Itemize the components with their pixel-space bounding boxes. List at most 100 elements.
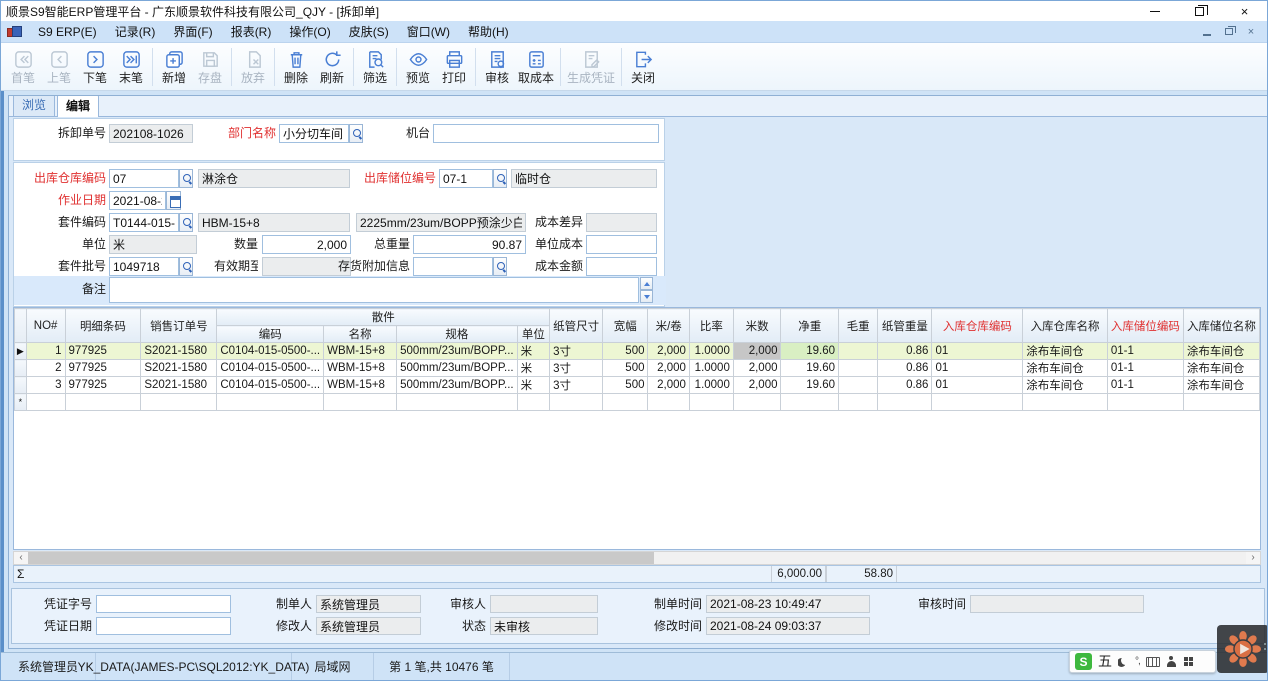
screen-recorder-overlay[interactable]	[1217, 625, 1268, 673]
cell-in_wh_name[interactable]	[1023, 394, 1108, 411]
grid-horizontal-scrollbar[interactable]: ‹ ›	[13, 551, 1261, 565]
audit-button[interactable]: 审核	[479, 45, 515, 89]
cell-in_loc_code[interactable]: 01-1	[1107, 343, 1183, 360]
last-record-button[interactable]: 末笔	[113, 45, 149, 89]
cell-no[interactable]: 3	[26, 377, 65, 394]
menu-skin[interactable]: 皮肤(S)	[340, 20, 398, 43]
discard-button[interactable]: 放弃	[235, 45, 271, 89]
cell-width[interactable]	[603, 394, 648, 411]
col-in_wh_code[interactable]: 入库仓库编码	[932, 309, 1023, 343]
scroll-down-button[interactable]	[640, 290, 653, 303]
keyboard-icon[interactable]	[1146, 657, 1160, 667]
cell-meters[interactable]: 2,000	[733, 343, 781, 360]
auditor-field[interactable]	[490, 595, 598, 613]
total-weight-field[interactable]	[413, 235, 526, 254]
out-warehouse-name-field[interactable]	[198, 169, 350, 188]
create-time-field[interactable]	[706, 595, 870, 613]
cell-in_wh_code[interactable]: 01	[932, 343, 1023, 360]
cell-barcode[interactable]: 977925	[65, 377, 141, 394]
work-date-field[interactable]	[109, 191, 166, 210]
cell-part_code[interactable]: C0104-015-0500-...	[217, 343, 324, 360]
cell-part_name[interactable]: WBM-15+8	[324, 377, 397, 394]
row-selector[interactable]	[15, 377, 27, 394]
out-location-code-field[interactable]	[439, 169, 493, 188]
cell-net_weight[interactable]: 19.60	[781, 343, 839, 360]
cell-m_per_roll[interactable]: 2,000	[648, 360, 689, 377]
col-meters[interactable]: 米数	[733, 309, 781, 343]
cell-in_wh_name[interactable]: 涂布车间仓	[1023, 343, 1108, 360]
cell-net_weight[interactable]: 19.60	[781, 360, 839, 377]
prev-record-button[interactable]: 上笔	[41, 45, 77, 89]
cell-ratio[interactable]	[689, 394, 733, 411]
cell-barcode[interactable]: 977925	[65, 343, 141, 360]
cell-no[interactable]: 1	[26, 343, 65, 360]
cell-in_wh_code[interactable]: 01	[932, 360, 1023, 377]
cell-in_loc_code[interactable]: 01-1	[1107, 377, 1183, 394]
child-restore-button[interactable]	[1223, 26, 1235, 38]
kit-batch-lookup-button[interactable]	[179, 257, 193, 276]
cell-width[interactable]: 500	[603, 343, 648, 360]
next-record-button[interactable]: 下笔	[77, 45, 113, 89]
cell-part_name[interactable]: WBM-15+8	[324, 360, 397, 377]
cell-width[interactable]: 500	[603, 360, 648, 377]
row-selector[interactable]: ▶	[15, 343, 27, 360]
cell-tube_weight[interactable]: 0.86	[878, 377, 932, 394]
extra-info-lookup-button[interactable]	[493, 257, 507, 276]
out-warehouse-code-field[interactable]	[109, 169, 179, 188]
out-location-lookup-button[interactable]	[493, 169, 507, 188]
status-field[interactable]	[490, 617, 598, 635]
col-part_spec[interactable]: 规格	[397, 326, 518, 343]
scroll-left-button[interactable]: ‹	[14, 552, 28, 564]
punctuation-icon[interactable]: °,	[1135, 656, 1140, 667]
cell-barcode[interactable]	[65, 394, 141, 411]
create-voucher-button[interactable]: 生成凭证	[564, 45, 618, 89]
cell-net_weight[interactable]	[781, 394, 839, 411]
cell-part_spec[interactable]: 500mm/23um/BOPP...	[397, 377, 518, 394]
cell-part_spec[interactable]	[397, 394, 518, 411]
grid-new-row[interactable]: *	[15, 394, 1260, 411]
refresh-button[interactable]: 刷新	[314, 45, 350, 89]
col-part_unit[interactable]: 单位	[517, 326, 549, 343]
col-part_name[interactable]: 名称	[324, 326, 397, 343]
cell-m_per_roll[interactable]	[648, 394, 689, 411]
cell-tube_weight[interactable]	[878, 394, 932, 411]
col-tube_weight[interactable]: 纸管重量	[878, 309, 932, 343]
col-in_loc_name[interactable]: 入库储位名称	[1183, 309, 1259, 343]
menu-window[interactable]: 窗口(W)	[398, 20, 459, 43]
cell-part_unit[interactable]: 米	[517, 377, 549, 394]
cell-part_code[interactable]: C0104-015-0500-...	[217, 377, 324, 394]
cell-tube_weight[interactable]: 0.86	[878, 360, 932, 377]
user-icon[interactable]	[1166, 656, 1177, 667]
cell-order_no[interactable]: S2021-1580	[141, 377, 217, 394]
print-button[interactable]: 打印	[436, 45, 472, 89]
tab-browse[interactable]: 浏览	[13, 95, 55, 116]
cost-diff-field[interactable]	[586, 213, 657, 232]
calendar-button[interactable]	[166, 191, 181, 210]
cell-tube_size[interactable]	[550, 394, 603, 411]
cell-m_per_roll[interactable]: 2,000	[648, 343, 689, 360]
kit-name-field[interactable]	[198, 213, 350, 232]
cell-barcode[interactable]: 977925	[65, 360, 141, 377]
table-row[interactable]: ▶1977925S2021-1580C0104-015-0500-...WBM-…	[15, 343, 1260, 360]
cell-part_spec[interactable]: 500mm/23um/BOPP...	[397, 360, 518, 377]
child-minimize-button[interactable]	[1201, 26, 1213, 38]
cell-part_unit[interactable]: 米	[517, 343, 549, 360]
cell-gross_weight[interactable]	[838, 394, 877, 411]
col-barcode[interactable]: 明细条码	[65, 309, 141, 343]
out-warehouse-lookup-button[interactable]	[179, 169, 193, 188]
cell-net_weight[interactable]: 19.60	[781, 377, 839, 394]
unit-cost-field[interactable]	[586, 235, 657, 254]
filter-button[interactable]: 筛选	[357, 45, 393, 89]
tab-edit[interactable]: 编辑	[57, 95, 99, 117]
minimize-button[interactable]	[1132, 1, 1177, 21]
scrollbar-thumb[interactable]	[28, 552, 654, 564]
creator-field[interactable]	[316, 595, 421, 613]
kit-batch-field[interactable]	[109, 257, 179, 276]
cell-meters[interactable]	[733, 394, 781, 411]
remark-field[interactable]	[109, 277, 639, 303]
cell-m_per_roll[interactable]: 2,000	[648, 377, 689, 394]
child-close-button[interactable]: ×	[1245, 26, 1257, 38]
cell-meters[interactable]: 2,000	[733, 360, 781, 377]
cell-tube_size[interactable]: 3寸	[550, 360, 603, 377]
cell-tube_weight[interactable]: 0.86	[878, 343, 932, 360]
